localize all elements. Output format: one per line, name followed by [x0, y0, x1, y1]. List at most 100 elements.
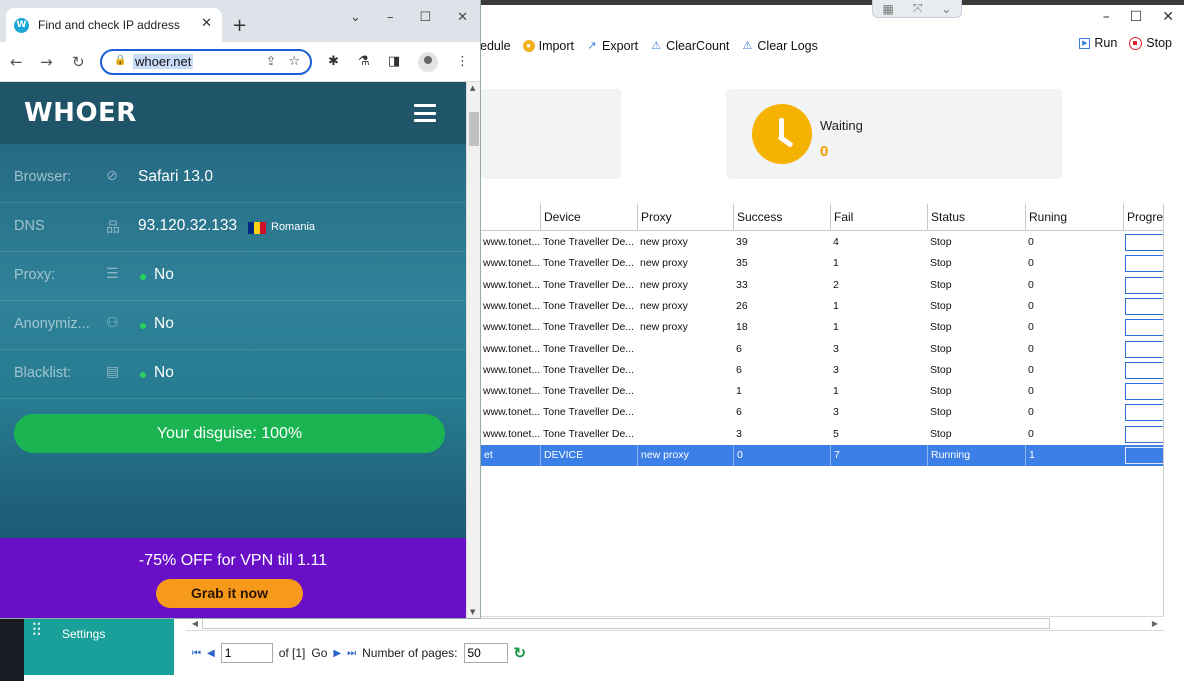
column-header[interactable]: Status — [927, 204, 1025, 231]
pin-icon[interactable]: ⤧ — [913, 1, 923, 16]
column-header[interactable]: Proxy — [637, 204, 733, 231]
vertical-scrollbar[interactable]: ▲ ▼ — [466, 82, 480, 618]
first-page-icon[interactable]: ⏮ — [192, 648, 201, 659]
back-icon[interactable]: ← — [10, 53, 23, 71]
refresh-icon[interactable]: ↻ — [514, 644, 527, 662]
hamburger-menu-icon[interactable] — [414, 104, 436, 122]
forward-icon[interactable]: → — [40, 53, 53, 71]
table-row[interactable]: www.tonet... Tone Traveller De... new prox… — [480, 317, 1163, 338]
row-value: 93.120.32.133 — [138, 217, 238, 234]
table-row[interactable]: www.tonet... Tone Traveller De... new prox… — [480, 232, 1163, 253]
table-cell: www.tonet... — [483, 321, 540, 334]
prev-page-icon[interactable]: ◀ — [207, 648, 215, 659]
table-cell: Tone Traveller De... — [543, 299, 635, 312]
grab-it-now-button[interactable]: Grab it now — [156, 579, 303, 608]
table-row[interactable]: www.tonet... Tone Traveller De... new prox… — [480, 253, 1163, 274]
scroll-down-icon[interactable]: ▼ — [470, 608, 475, 616]
scroll-thumb[interactable] — [202, 618, 1050, 629]
page-number-input[interactable] — [220, 643, 273, 663]
side-panel-icon[interactable]: ◨ — [388, 54, 400, 69]
share-icon[interactable]: ⇪ — [266, 54, 276, 68]
progress-cell — [1125, 340, 1163, 358]
import-label: Import — [538, 39, 575, 53]
table-cell: 1 — [833, 321, 839, 334]
clear-count-button[interactable]: ⚠ ClearCount — [650, 39, 729, 53]
go-button[interactable]: Go — [311, 646, 327, 660]
browser-toolbar: ← → ↻ 🔒 whoer.net ⇪ ☆ ✱ ⚗ ◨ ⋮ — [0, 42, 480, 82]
run-button[interactable]: ▶ Run — [1079, 36, 1117, 50]
scroll-right-icon[interactable]: ▶ — [1148, 617, 1162, 630]
column-header[interactable]: Device — [540, 204, 637, 231]
url-text[interactable]: whoer.net — [133, 54, 194, 69]
table-cell: 1 — [833, 257, 839, 270]
scroll-up-icon[interactable]: ▲ — [470, 84, 475, 92]
last-page-icon[interactable]: ⏭ — [347, 648, 356, 659]
lab-icon[interactable]: ⚗ — [358, 54, 370, 69]
table-row[interactable]: www.tonet... Tone Traveller De... new prox… — [480, 296, 1163, 317]
table-cell: Tone Traveller De... — [543, 427, 635, 440]
row-label: Blacklist: — [14, 365, 72, 381]
column-header[interactable]: Fail — [830, 204, 927, 231]
table-row[interactable]: www.tonet... Tone Traveller De... 6 3 Stop 0 — [480, 339, 1163, 360]
snap-layout-bar[interactable]: ▦ ⤧ ⌄ — [872, 0, 962, 18]
settings-label: Settings — [62, 627, 106, 641]
progress-cell — [1125, 383, 1163, 401]
column-header[interactable]: Progres — [1123, 204, 1163, 231]
table-row[interactable]: www.tonet... Tone Traveller De... 1 1 Stop 0 — [480, 381, 1163, 402]
table-row[interactable]: www.tonet... Tone Traveller De... 6 3 Stop 0 — [480, 360, 1163, 381]
table-cell: 1 — [736, 385, 742, 398]
table-row[interactable]: www.tonet... Tone Traveller De... 3 5 Stop 0 — [480, 424, 1163, 445]
scroll-left-icon[interactable]: ◀ — [188, 617, 202, 630]
bookmark-star-icon[interactable]: ☆ — [288, 54, 300, 69]
maximize-icon[interactable]: ☐ — [1130, 9, 1143, 25]
row-label: DNS — [14, 218, 45, 234]
table-row[interactable]: www.tonet... Tone Traveller De... 6 3 Stop 0 — [480, 402, 1163, 423]
schedule-label: edule — [480, 39, 511, 53]
menu-kebab-icon[interactable]: ⋮ — [456, 54, 469, 69]
row-value: No — [154, 315, 174, 332]
extensions-icon[interactable]: ✱ — [328, 54, 339, 69]
maximize-icon[interactable]: ☐ — [419, 10, 431, 25]
schedule-button[interactable]: edule — [480, 39, 511, 53]
table-cell: 39 — [736, 236, 748, 248]
clear-logs-button[interactable]: ⚠ Clear Logs — [741, 39, 817, 53]
progress-cell — [1125, 255, 1163, 273]
tab-search-icon[interactable]: ⌄ — [350, 10, 361, 25]
minimize-icon[interactable]: – — [387, 10, 394, 25]
settings-button[interactable]: ⫶⫶ Settings — [24, 615, 174, 675]
next-page-icon[interactable]: ▶ — [333, 648, 341, 659]
close-icon[interactable]: ✕ — [457, 10, 468, 25]
status-ok-dot — [140, 323, 146, 329]
app-toolbar: edule ● Import ↗ Export ⚠ ClearCount ⚠ Clear… — [480, 36, 818, 56]
status-ok-dot — [140, 372, 146, 378]
export-button[interactable]: ↗ Export — [586, 39, 638, 53]
import-button[interactable]: ● Import — [522, 39, 575, 53]
new-tab-icon[interactable]: + — [232, 15, 247, 36]
minimize-icon[interactable]: – — [1103, 9, 1110, 25]
browser-tab[interactable]: W Find and check IP address ✕ — [6, 8, 222, 42]
scroll-thumb[interactable] — [469, 112, 479, 146]
table-cell: Tone Traveller De... — [543, 363, 635, 376]
table-cell: Stop — [930, 427, 952, 440]
progress-cell — [1125, 361, 1163, 379]
stop-button[interactable]: Stop — [1129, 36, 1172, 50]
reload-icon[interactable]: ↻ — [72, 53, 85, 71]
address-bar[interactable]: 🔒 whoer.net ⇪ ☆ — [100, 49, 312, 75]
column-header[interactable]: Success — [733, 204, 830, 231]
table-cell: www.tonet... — [483, 406, 540, 419]
disguise-score-bar[interactable]: Your disguise: 100% — [14, 414, 445, 453]
horizontal-scrollbar[interactable]: ◀ ▶ — [186, 616, 1164, 631]
table-row[interactable]: www.tonet... Tone Traveller De... new prox… — [480, 275, 1163, 296]
close-icon[interactable]: ✕ — [1162, 9, 1174, 25]
page-total: of [1] — [278, 646, 306, 660]
column-header[interactable]: Runing — [1025, 204, 1123, 231]
table-row[interactable]: et DEVICE new proxy 0 7 Running 1 — [480, 445, 1163, 467]
grid-icon[interactable]: ▦ — [882, 2, 893, 16]
whoer-logo[interactable]: WHOER — [24, 98, 137, 128]
lock-icon[interactable]: 🔒 — [114, 55, 126, 66]
table-cell: 6 — [736, 342, 742, 355]
profile-avatar[interactable] — [418, 52, 438, 72]
chevron-icon[interactable]: ⌄ — [941, 2, 951, 16]
close-tab-icon[interactable]: ✕ — [201, 16, 212, 31]
pages-input[interactable] — [463, 643, 508, 663]
